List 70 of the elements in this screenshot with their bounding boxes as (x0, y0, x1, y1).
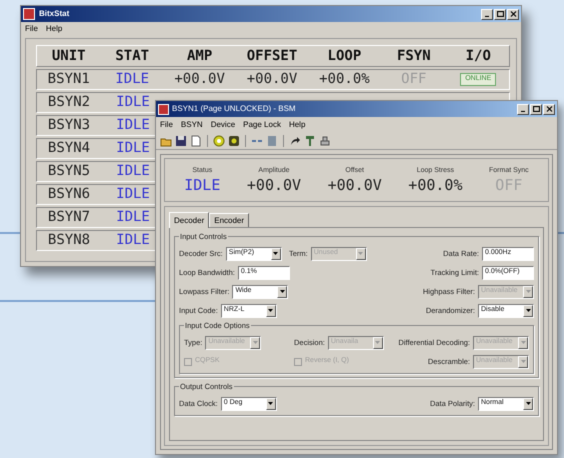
app-icon (158, 104, 169, 114)
caret-icon (375, 341, 380, 344)
status-value: IDLE (184, 176, 220, 194)
table-cell-text: BSYN6 (48, 185, 90, 204)
tab[interactable]: Encoder (209, 213, 250, 227)
menu-item[interactable]: Page Lock (243, 118, 281, 130)
maximize-button[interactable] (530, 104, 542, 114)
column-header: STAT (114, 46, 150, 66)
menu-item[interactable]: Device (210, 118, 236, 130)
table-cell-text: IDLE (116, 116, 150, 135)
curved-arrow-icon[interactable] (289, 134, 301, 146)
table-cell-text: +00.0V (246, 70, 298, 89)
minimize-button[interactable] (517, 104, 529, 114)
menu-item[interactable]: File (25, 23, 38, 35)
table-cell-text: IDLE (116, 185, 150, 204)
caret-icon (358, 252, 364, 255)
printer-icon[interactable] (319, 134, 331, 146)
caret-icon (526, 290, 530, 293)
close-icon (546, 106, 552, 112)
caret-icon (520, 360, 526, 363)
caret-icon (252, 341, 258, 344)
table-cell-text: IDLE (116, 93, 150, 112)
table-cell-text: BSYN1 (48, 70, 90, 89)
column-header: I/O (464, 46, 492, 66)
column-header: UNIT (50, 46, 87, 66)
caret-icon (273, 252, 278, 255)
close-button[interactable] (543, 104, 555, 114)
menu-item[interactable]: Help (46, 23, 62, 35)
table-cell-text: BSYN4 (48, 139, 90, 158)
status-value: +00.0% (408, 176, 462, 194)
table-cell-text: +00.0% (319, 70, 370, 89)
column-header: FSYN (396, 46, 432, 66)
app-icon (23, 8, 35, 20)
table-cell-text: IDLE (115, 70, 150, 89)
maximize-icon (496, 11, 504, 17)
tool-icon[interactable] (304, 134, 316, 146)
table-cell-text: +00.0V (174, 70, 225, 89)
caret-icon (280, 290, 285, 293)
table-cell-text: BSYN2 (48, 93, 90, 112)
table-cell-text: IDLE (116, 162, 150, 181)
status-value: +00.0V (328, 176, 382, 194)
column-header: LOOP (326, 46, 362, 66)
maximize-icon (532, 106, 540, 112)
column-header: AMP (186, 46, 214, 66)
caret-icon (268, 402, 274, 405)
table-cell-text: IDLE (116, 208, 150, 227)
table-cell-text: BSYN3 (48, 116, 90, 135)
window-title: BSYN1 (Page UNLOCKED) - BSM (172, 103, 296, 115)
table-cell-text: BSYN8 (48, 231, 90, 250)
close-icon (510, 11, 516, 17)
table-cell-text: IDLE (116, 139, 150, 158)
table-cell-text: IDLE (116, 231, 150, 250)
table-cell-text: OFF (401, 70, 426, 89)
tab[interactable]: Decoder (169, 212, 210, 228)
menu-item[interactable]: File (160, 118, 173, 130)
caret-icon (268, 309, 274, 312)
table-cell-text: BSYN7 (48, 208, 90, 227)
close-button[interactable] (507, 8, 519, 20)
status-value: +00.0V (246, 176, 302, 194)
menu-item[interactable]: BSYN (180, 118, 203, 130)
maximize-button[interactable] (494, 8, 506, 20)
caret-icon (520, 341, 526, 344)
page-icon[interactable] (190, 134, 202, 146)
menu-item[interactable]: Help (288, 118, 306, 130)
caret-icon (526, 309, 530, 312)
window-title: BitxStat (39, 8, 70, 20)
table-cell-text: BSYN5 (48, 162, 90, 181)
column-header: OFFSET (246, 46, 298, 66)
minimize-button[interactable] (481, 8, 493, 20)
caret-icon (526, 402, 530, 405)
